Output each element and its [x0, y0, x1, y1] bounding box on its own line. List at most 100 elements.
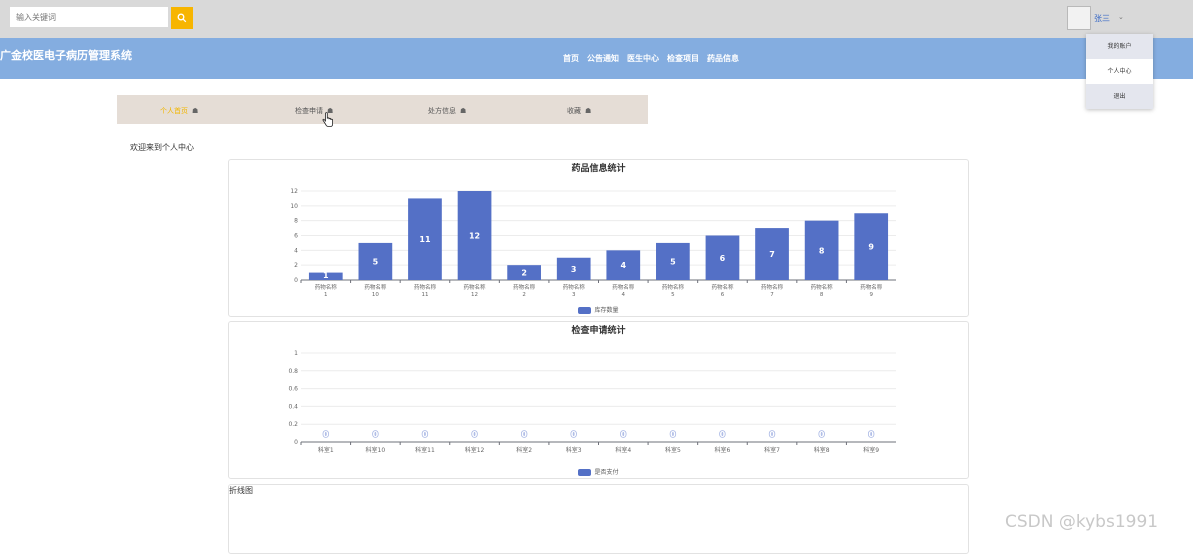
x-tick-label: 8 [820, 292, 824, 298]
drug-stats-chart: 0246810121药物名称15药物名称1011药物名称1112药物名称122药… [290, 188, 896, 298]
y-tick-label: 6 [294, 233, 298, 240]
y-tick-label: 12 [290, 188, 298, 195]
y-tick-label: 10 [290, 203, 298, 210]
y-tick-label: 0 [294, 277, 298, 284]
data-label: 1 [323, 271, 329, 280]
data-label: 11 [419, 235, 431, 244]
data-label: 0 [769, 430, 775, 439]
data-label: 0 [422, 430, 428, 439]
x-tick-label: 药物名称 [364, 283, 387, 291]
nav-link-announcements[interactable]: 公告通知 [587, 53, 619, 64]
data-label: 0 [373, 430, 379, 439]
x-tick-label: 科室9 [863, 446, 879, 454]
exam-request-stats-chart: 00.20.40.60.810科室10科室100科室110科室120科室20科室… [288, 350, 896, 454]
y-tick-label: 0.8 [288, 368, 298, 375]
user-dropdown-menu: 我的账户 个人中心 退出 [1086, 34, 1153, 109]
menu-item-my-account[interactable]: 我的账户 [1086, 34, 1153, 59]
user-name[interactable]: 张三 [1094, 13, 1110, 24]
menu-item-personal-center[interactable]: 个人中心 [1086, 59, 1153, 84]
drug-stats-card: 药品信息统计 0 2 4 6 8 10 12 1 药物名称 1 5 药物名称 10 11 药物名称 11 12 药… [228, 159, 969, 317]
data-label: 5 [670, 257, 676, 266]
legend-swatch [578, 307, 592, 314]
chart-legend[interactable]: 库存数量 [229, 305, 968, 314]
x-tick-label: 3 [572, 292, 576, 298]
data-label: 5 [373, 257, 379, 266]
y-tick-label: 0.4 [288, 403, 298, 410]
nav-link-drug-info[interactable]: 药品信息 [707, 53, 739, 64]
tab-personal-home[interactable]: 个人首页 ☗ [160, 106, 198, 116]
data-label: 8 [819, 246, 825, 255]
chevron-down-icon[interactable]: ⌄ [1118, 13, 1124, 21]
search-icon [177, 13, 187, 23]
home-icon: ☗ [585, 107, 592, 115]
nav-link-home[interactable]: 首页 [563, 53, 579, 64]
x-tick-label: 药物名称 [860, 283, 883, 291]
x-tick-label: 药物名称 [761, 283, 784, 291]
y-tick-label: 0.2 [288, 421, 298, 428]
hand-cursor-icon [322, 112, 333, 127]
x-tick-label: 药物名称 [513, 283, 536, 291]
exam-request-stats-card: 检查申请统计 0 0.2 0.4 0.6 0.8 1 0 科室1 0 科室10 0 科室11 0 科室12… [228, 321, 969, 479]
y-tick-label: 2 [294, 262, 298, 269]
site-title: 广金校医电子病历管理系统 [0, 49, 132, 62]
x-tick-label: 科室2 [516, 446, 532, 454]
y-tick-label: 0.6 [288, 386, 298, 393]
x-tick-label: 科室6 [715, 446, 731, 454]
y-tick-label: 4 [294, 247, 298, 254]
x-tick-label: 科室4 [615, 446, 631, 454]
x-tick-label: 科室5 [665, 446, 681, 454]
tab-label: 收藏 [567, 107, 581, 115]
tab-prescriptions[interactable]: 处方信息 ☗ [428, 106, 466, 116]
y-tick-label: 1 [294, 350, 298, 357]
x-tick-label: 药物名称 [563, 283, 586, 291]
data-label: 0 [868, 430, 874, 439]
x-tick-label: 5 [671, 292, 675, 298]
x-tick-label: 科室10 [366, 446, 386, 454]
tab-label: 处方信息 [428, 107, 456, 115]
x-tick-label: 药物名称 [612, 283, 635, 291]
x-tick-label: 7 [770, 292, 774, 298]
data-label: 0 [819, 430, 825, 439]
chart-legend[interactable]: 是否支付 [229, 467, 968, 476]
data-label: 4 [621, 261, 627, 270]
x-tick-label: 11 [421, 292, 428, 298]
x-tick-label: 1 [324, 292, 328, 298]
tab-favorites[interactable]: 收藏 ☗ [567, 106, 591, 116]
nav-link-exam-items[interactable]: 检查项目 [667, 53, 699, 64]
nav-link-doctor-center[interactable]: 医生中心 [627, 53, 659, 64]
legend-label: 库存数量 [594, 307, 619, 314]
profile-tabs: 个人首页 ☗ 检查申请 ☗ 处方信息 ☗ 收藏 ☗ [117, 95, 648, 124]
line-chart-card: 折线图 [228, 484, 969, 554]
x-tick-label: 药物名称 [711, 283, 734, 291]
data-label: 0 [521, 430, 527, 439]
y-tick-label: 8 [294, 218, 298, 225]
tab-label: 个人首页 [160, 107, 188, 115]
avatar[interactable] [1067, 6, 1091, 30]
line-chart-title: 折线图 [229, 486, 253, 495]
top-bar: 张三 ⌄ [0, 0, 1193, 38]
legend-label: 是否支付 [594, 469, 619, 476]
x-tick-label: 科室1 [318, 446, 334, 454]
tab-label: 检查申请 [295, 107, 323, 115]
menu-item-logout[interactable]: 退出 [1086, 84, 1153, 109]
x-tick-label: 科室12 [465, 446, 485, 454]
x-tick-label: 12 [471, 292, 478, 298]
x-tick-label: 药物名称 [662, 283, 685, 291]
x-tick-label: 科室7 [764, 446, 780, 454]
search-input[interactable] [10, 7, 168, 27]
data-label: 0 [720, 430, 726, 439]
data-label: 9 [868, 243, 874, 252]
data-label: 0 [621, 430, 627, 439]
x-tick-label: 2 [522, 292, 526, 298]
watermark: CSDN @kybs1991 [1005, 512, 1159, 532]
data-label: 2 [521, 269, 527, 278]
x-tick-label: 科室11 [415, 446, 435, 454]
welcome-text: 欢迎来到个人中心 [130, 143, 194, 152]
x-tick-label: 药物名称 [811, 283, 834, 291]
home-icon: ☗ [192, 107, 199, 115]
search-button[interactable] [171, 7, 193, 29]
search-group [10, 7, 193, 29]
data-label: 0 [323, 430, 329, 439]
nav-bar: 广金校医电子病历管理系统 首页 公告通知 医生中心 检查项目 药品信息 [0, 38, 1193, 79]
data-label: 0 [472, 430, 478, 439]
